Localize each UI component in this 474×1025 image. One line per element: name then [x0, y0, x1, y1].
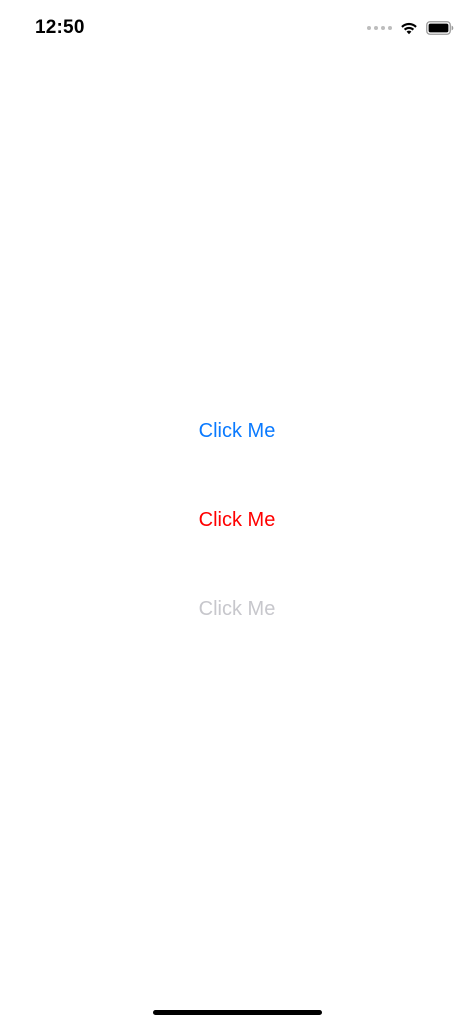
click-me-button-disabled: Click Me	[0, 592, 474, 626]
wifi-icon	[400, 21, 418, 35]
status-icons	[367, 18, 454, 38]
signal-dots-icon	[367, 26, 392, 30]
button-label: Click Me	[198, 598, 276, 620]
status-time: 12:50	[35, 17, 85, 38]
status-bar: 12:50	[0, 0, 474, 56]
home-indicator[interactable]	[153, 1010, 322, 1015]
battery-icon	[426, 21, 454, 35]
click-me-button-red[interactable]: Click Me	[0, 503, 474, 537]
click-me-button-primary[interactable]: Click Me	[0, 414, 474, 448]
button-label: Click Me	[198, 420, 276, 442]
app-screen: 12:50 Click Me Click Me Click Me	[0, 0, 474, 1025]
button-label: Click Me	[198, 509, 276, 531]
